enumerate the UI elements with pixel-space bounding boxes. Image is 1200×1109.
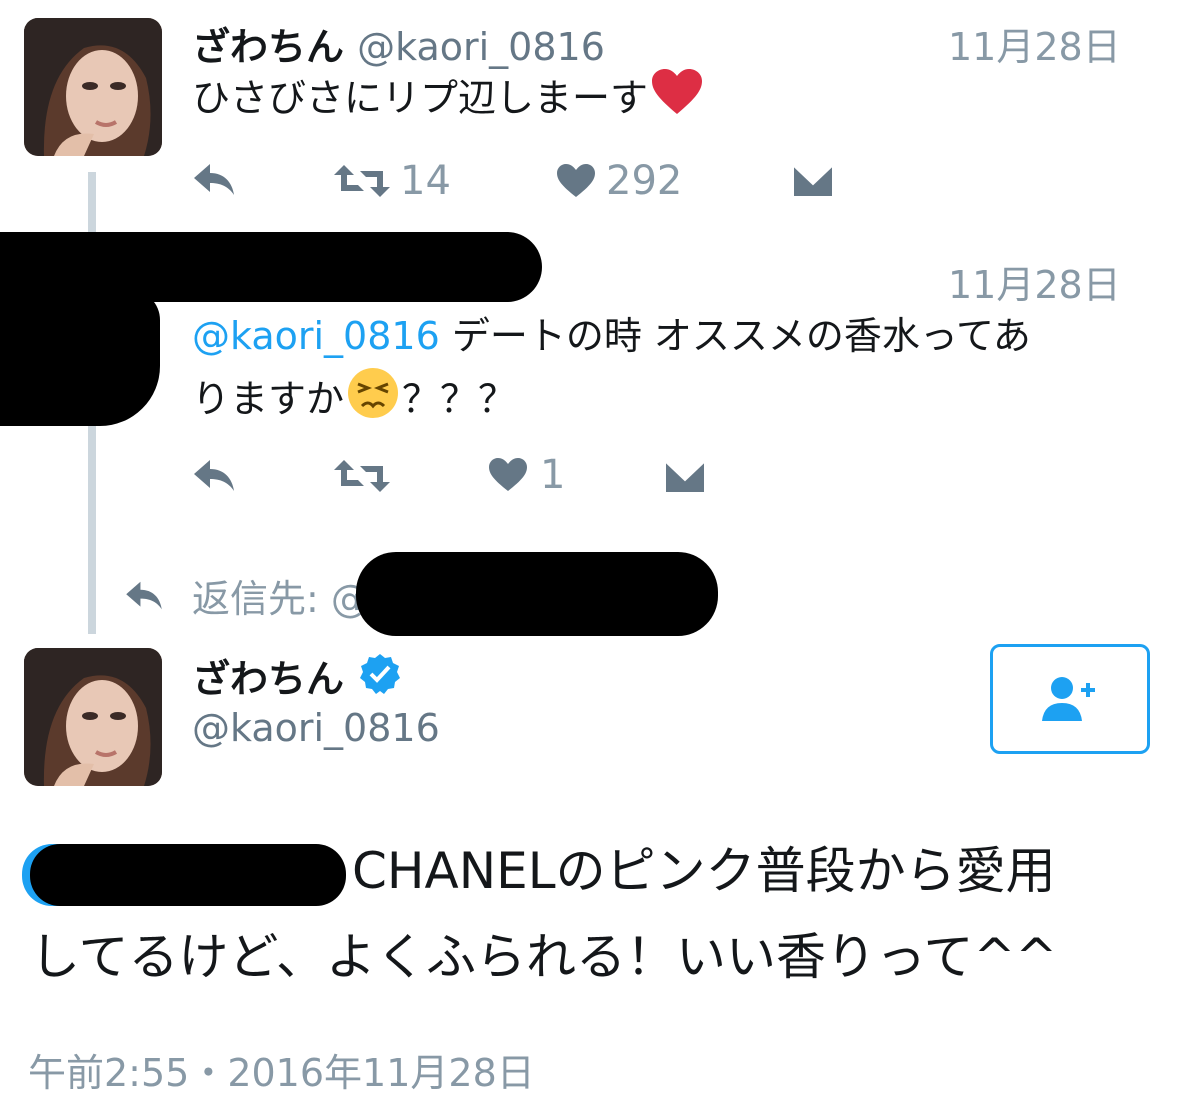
envelope-icon bbox=[792, 164, 834, 198]
tweet-text: ひさびさにリプ辺しまーす bbox=[192, 68, 704, 133]
tweet-date[interactable]: 11月28日 bbox=[948, 254, 1121, 309]
tweet-date[interactable]: 11月28日 bbox=[948, 16, 1121, 71]
redacted-mention bbox=[30, 843, 346, 906]
dm-button[interactable] bbox=[664, 460, 706, 494]
verified-badge-icon bbox=[358, 652, 402, 700]
heart-icon bbox=[557, 164, 595, 197]
redacted-avatar bbox=[0, 290, 160, 426]
add-user-icon bbox=[1042, 677, 1095, 721]
red-heart-emoji bbox=[650, 68, 704, 133]
reply-button[interactable] bbox=[192, 458, 236, 494]
mention-link[interactable]: @kaori_0816 bbox=[192, 314, 440, 358]
heart-icon bbox=[489, 458, 527, 491]
retweet-button[interactable] bbox=[334, 456, 390, 496]
reply-to-label: 返信先: @ bbox=[192, 577, 369, 621]
author-handle[interactable]: @kaori_0816 bbox=[357, 25, 605, 69]
avatar[interactable] bbox=[24, 18, 162, 156]
like-count: 292 bbox=[606, 158, 683, 204]
reply-icon bbox=[194, 164, 234, 195]
tweet-text-line2: りますか ？？？ bbox=[192, 366, 516, 437]
tweet-text: @kaori_0816 デートの時 オススメの香水ってあ bbox=[192, 314, 1031, 358]
avatar[interactable] bbox=[24, 648, 162, 786]
persevering-face-emoji bbox=[346, 366, 400, 437]
tweet-timestamp[interactable]: 午前2:55・2016年11月28日 bbox=[28, 1042, 535, 1097]
author-handle[interactable]: @kaori_0816 bbox=[192, 706, 440, 750]
tweet-body: CHANELのピンク普段から愛用 bbox=[30, 828, 1056, 914]
envelope-icon bbox=[664, 460, 706, 494]
follow-button[interactable] bbox=[990, 644, 1150, 754]
reply-icon bbox=[194, 460, 234, 491]
like-button[interactable]: 292 bbox=[556, 158, 682, 204]
reply-to-row: 返信先: @ bbox=[124, 568, 369, 623]
dm-button[interactable] bbox=[792, 164, 834, 198]
like-count: 1 bbox=[540, 452, 566, 498]
reply-button[interactable] bbox=[192, 162, 236, 198]
retweet-icon bbox=[334, 165, 390, 197]
redacted-reply-handle bbox=[356, 552, 718, 636]
author-name[interactable]: ざわちん bbox=[192, 25, 344, 69]
like-button[interactable]: 1 bbox=[488, 452, 565, 498]
retweet-icon bbox=[334, 460, 390, 492]
tweet-body-line2: してるけど、よくふられる！いい香りって^^ bbox=[30, 928, 1058, 986]
retweet-button[interactable]: 14 bbox=[334, 158, 451, 204]
reply-icon bbox=[126, 581, 162, 609]
retweet-count: 14 bbox=[400, 158, 451, 204]
author-name[interactable]: ざわちん bbox=[192, 648, 344, 703]
